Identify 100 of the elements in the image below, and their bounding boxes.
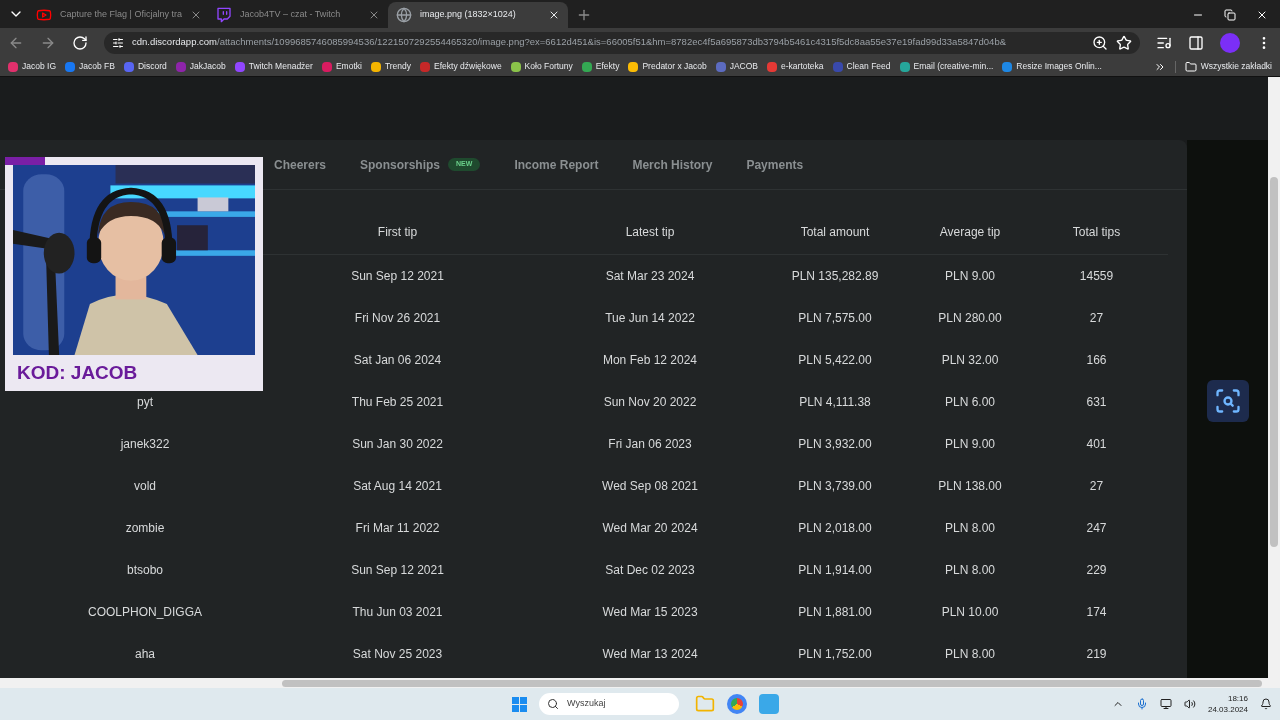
table-cell-text: PLN 3,739.00 — [798, 478, 872, 495]
bookmark[interactable]: e-kartoteka — [767, 60, 824, 73]
table-cell-text: Thu Jun 03 2021 — [352, 604, 443, 621]
table-cell-text: Fri Mar 11 2022 — [355, 520, 440, 537]
play-icon — [36, 7, 52, 23]
bookmark-label: Predator x Jacob — [642, 60, 707, 73]
bookmark[interactable]: Predator x Jacob — [628, 60, 707, 73]
table-cell-text: Sun Sep 12 2021 — [351, 268, 444, 285]
bookmark-label: Discord — [137, 60, 167, 73]
notification-icon[interactable] — [1260, 698, 1272, 710]
table-cell-text: PLN 8.00 — [944, 520, 995, 537]
table-cell-text: Fri Nov 26 2021 — [354, 310, 441, 327]
search-icon — [547, 698, 559, 710]
site-info-icon[interactable] — [112, 36, 124, 49]
table-cell-text: btsobo — [127, 562, 163, 579]
bookmark[interactable]: Trendy — [370, 60, 412, 73]
table-cell-text: Sun Nov 20 2022 — [603, 394, 697, 411]
volume-icon[interactable] — [1183, 698, 1196, 710]
browser-tab[interactable]: Capture the Flag | Oficjalny tra — [28, 2, 208, 28]
bookmark-label: Emotki — [335, 60, 362, 73]
table-cell-text: PLN 8.00 — [944, 646, 995, 663]
chat-icon — [216, 7, 232, 23]
bookmark[interactable]: Twitch Menadżer — [234, 60, 313, 73]
table-cell-text: PLN 1,881.00 — [798, 604, 872, 621]
bookmark[interactable]: Discord — [123, 60, 167, 73]
vertical-scrollbar[interactable] — [1268, 77, 1280, 688]
bookmark[interactable]: Jacob IG — [8, 60, 57, 73]
floating-button[interactable] — [1206, 380, 1249, 422]
table-cell-text: PLN 2,018.00 — [798, 520, 872, 537]
table-cell-text: aha — [135, 646, 155, 663]
reload-icon[interactable] — [72, 34, 88, 51]
bookmark[interactable]: Efekty — [581, 60, 620, 73]
bookmark-label: e-kartoteka — [781, 60, 824, 73]
bookmark-label: Trendy — [384, 60, 412, 73]
side-panel-icon[interactable] — [1188, 34, 1204, 51]
column-header: First tip — [377, 224, 418, 241]
table-cell-text: PLN 135,282.89 — [791, 268, 879, 285]
table-cell-text: 166 — [1086, 352, 1107, 369]
bookmark-label: Koło Fortuny — [524, 60, 573, 73]
zoom-icon[interactable] — [1092, 34, 1108, 51]
bookmark-label: Jacob FB — [79, 60, 115, 73]
page-tab[interactable]: Income Report — [514, 155, 599, 174]
bookmark-label: Efekty — [595, 60, 620, 73]
bookmark[interactable]: Jacob FB — [65, 60, 115, 73]
table-cell-text: PLN 6.00 — [944, 394, 995, 411]
table-cell-text: 401 — [1086, 436, 1107, 453]
bookmark-label: Clean Feed — [846, 60, 891, 73]
bookmark-label: JACOB — [729, 60, 759, 73]
all-bookmarks-button[interactable]: Wszystkie zakładki — [1184, 60, 1272, 73]
table-cell-text: Thu Feb 25 2021 — [351, 394, 444, 411]
table-cell-text: zombie — [125, 520, 165, 537]
browser-tab[interactable]: Jacob4TV – czat - Twitch — [208, 2, 388, 28]
clock[interactable]: 18:16 24.03.2024 — [1207, 693, 1248, 715]
taskbar-search[interactable]: Wyszukaj — [539, 693, 679, 715]
horizontal-scrollbar[interactable] — [0, 678, 1268, 688]
browser-app-icon[interactable] — [727, 694, 747, 714]
table-cell-text: Fri Jan 06 2023 — [608, 436, 692, 453]
table-cell-text: PLN 10.00 — [941, 604, 999, 621]
globe-icon — [396, 7, 412, 23]
bookmark-label: Twitch Menadżer — [248, 60, 313, 73]
bookmark[interactable]: Clean Feed — [832, 60, 891, 73]
table-cell-text: 27 — [1089, 310, 1104, 327]
tab-title: Jacob4TV – czat - Twitch — [240, 8, 342, 22]
search-input: Wyszukaj — [567, 697, 657, 711]
column-header: Latest tip — [625, 224, 675, 241]
bookmark[interactable]: Koło Fortuny — [510, 60, 573, 73]
close-icon[interactable] — [1256, 9, 1268, 21]
table-cell-text: Sat Dec 02 2023 — [605, 562, 695, 579]
address-bar[interactable]: cdn.discordapp.com/attachments/1099685746085994536/1221507292554465320/image.png?ex=6612d451&is=66005f51&hm=8782ec4f5a695873db3794b5461c4315f5dc8aa55e37e19fad99d33a5847d04b& — [104, 31, 1140, 54]
table-cell-text: Sat Jan 06 2024 — [353, 352, 442, 369]
table-cell-text: Sat Mar 23 2024 — [605, 268, 695, 285]
table-cell-text: 219 — [1086, 646, 1107, 663]
bookmark[interactable]: JakJacob — [175, 60, 226, 73]
page-tab[interactable]: Merch History — [632, 155, 713, 174]
start-button[interactable] — [512, 696, 527, 712]
microphone-icon[interactable] — [1135, 698, 1148, 710]
table-cell-text: PLN 280.00 — [938, 310, 1002, 327]
tab-title: Capture the Flag | Oficjalny tra — [60, 8, 182, 22]
table-cell-text: PLN 3,932.00 — [798, 436, 872, 453]
page-tab[interactable]: Payments — [746, 155, 804, 174]
folder-icon — [1184, 60, 1197, 73]
table-cell-text: PLN 32.00 — [941, 352, 999, 369]
corner-decoration — [5, 157, 45, 165]
page-tab[interactable]: Cheerers — [274, 155, 327, 174]
table-cell-text: PLN 7,575.00 — [798, 310, 872, 327]
close-icon[interactable] — [548, 9, 560, 21]
table-cell-text: 229 — [1086, 562, 1107, 579]
table-cell-text: janek322 — [120, 436, 170, 453]
table-cell-text: vold — [134, 478, 156, 495]
bookmark[interactable]: Emotki — [321, 60, 362, 73]
bookmark[interactable]: Efekty dźwiękowe — [420, 60, 502, 73]
restore-icon[interactable] — [1224, 9, 1236, 21]
network-icon[interactable] — [1159, 698, 1172, 710]
bookmark[interactable]: JACOB — [715, 60, 759, 73]
table-cell-text: PLN 1,752.00 — [798, 646, 872, 663]
star-icon[interactable] — [1116, 34, 1132, 51]
table-cell-text: Wed Mar 13 2024 — [602, 646, 698, 663]
browser-tab[interactable]: image.png (1832×1024) — [388, 2, 568, 28]
new-tab-icon[interactable] — [576, 7, 592, 23]
table-cell-text: 631 — [1086, 394, 1107, 411]
